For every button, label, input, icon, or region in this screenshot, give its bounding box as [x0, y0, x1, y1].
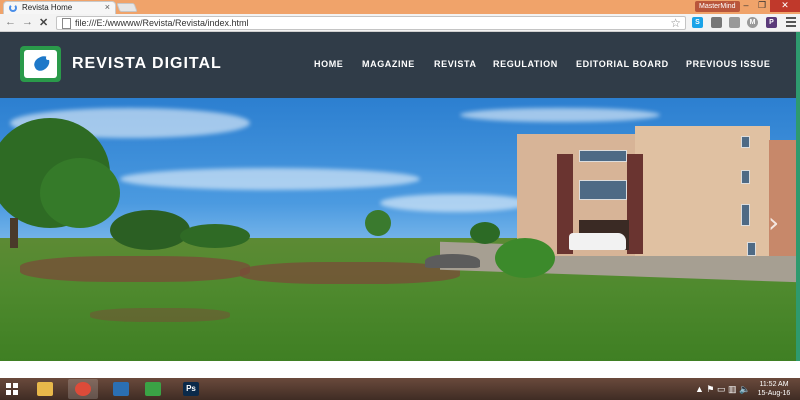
- nav-home[interactable]: HOME: [314, 59, 343, 69]
- taskbar-photoshop[interactable]: Ps: [176, 379, 206, 399]
- browser-window: Revista Home × MasterMind – ❐ ✕ ← → ✕ fi…: [0, 0, 800, 400]
- tablet-icon[interactable]: [711, 17, 722, 28]
- carousel-next-icon[interactable]: ›: [768, 206, 788, 239]
- nav-regulation[interactable]: REGULATION: [493, 59, 558, 69]
- camtasia-icon: [145, 382, 161, 396]
- page-body-gap: [0, 361, 800, 378]
- page-scrollbar[interactable]: [796, 32, 800, 362]
- minimize-button[interactable]: –: [738, 0, 754, 12]
- taskbar-chrome[interactable]: [68, 379, 98, 399]
- address-bar[interactable]: file:///E:/wwwww/Revista/Revista/index.h…: [56, 16, 686, 30]
- clock-date: 15-Aug-16: [757, 390, 791, 397]
- tab-close-icon[interactable]: ×: [105, 2, 110, 12]
- p-icon[interactable]: P: [766, 17, 777, 28]
- tab-revista-home[interactable]: Revista Home ×: [3, 1, 116, 14]
- nav-revista[interactable]: REVISTA: [434, 59, 477, 69]
- file-explorer-icon: [37, 382, 53, 396]
- system-tray-icons[interactable]: ▲ ⚑ ▭ ▥ 🔈: [695, 384, 750, 395]
- taskbar-clock[interactable]: 11:52 AM 15-Aug-16: [752, 380, 796, 398]
- skype-icon[interactable]: S: [692, 17, 703, 28]
- profile-badge[interactable]: MasterMind: [695, 1, 740, 12]
- nav-editorial-board[interactable]: EDITORIAL BOARD: [576, 59, 669, 69]
- back-arrow-icon[interactable]: ←: [5, 16, 16, 28]
- close-window-button[interactable]: ✕: [770, 0, 800, 12]
- cloud-icon[interactable]: [729, 17, 740, 28]
- taskbar-camtasia[interactable]: [138, 379, 168, 399]
- nav-magazine[interactable]: MAGAZINE: [362, 59, 415, 69]
- chrome-icon: [75, 382, 91, 396]
- bookmark-star-icon[interactable]: ☆: [670, 16, 681, 30]
- site-brand[interactable]: REVISTA DIGITAL: [72, 55, 222, 73]
- tab-title: Revista Home: [22, 3, 73, 12]
- restore-button[interactable]: ❐: [754, 0, 770, 12]
- page-icon: [62, 18, 71, 29]
- stop-loading-icon[interactable]: ✕: [39, 16, 48, 29]
- hero-carousel-image: ›: [0, 98, 796, 361]
- url-text: file:///E:/wwwww/Revista/Revista/index.h…: [75, 18, 249, 28]
- site-header: REVISTA DIGITAL HOME MAGAZINE REVISTA RE…: [0, 32, 796, 98]
- loading-spinner-icon: [9, 4, 17, 12]
- tab-strip: Revista Home × MasterMind – ❐ ✕: [0, 0, 800, 14]
- new-tab-button[interactable]: [116, 3, 138, 12]
- m-icon[interactable]: M: [747, 17, 758, 28]
- site-logo-icon[interactable]: [20, 46, 61, 82]
- forward-arrow-icon[interactable]: →: [22, 16, 33, 28]
- windows-taskbar: Ps ▲ ⚑ ▭ ▥ 🔈 11:52 AM 15-Aug-16: [0, 378, 800, 400]
- windows-start-icon[interactable]: [6, 383, 18, 395]
- nav-previous-issue[interactable]: PREVIOUS ISSUE: [686, 59, 770, 69]
- browser-toolbar: ← → ✕ file:///E:/wwwww/Revista/Revista/i…: [0, 14, 800, 32]
- photoshop-icon: Ps: [183, 382, 199, 396]
- chrome-menu-icon[interactable]: [786, 17, 796, 27]
- taskbar-window-app[interactable]: [106, 379, 136, 399]
- window-app-icon: [113, 382, 129, 396]
- clock-time: 11:52 AM: [759, 381, 789, 388]
- campus-building: [517, 126, 796, 256]
- gravel-pile: [425, 254, 480, 268]
- parked-van: [569, 233, 626, 250]
- taskbar-file-explorer[interactable]: [30, 379, 60, 399]
- window-controls: – ❐ ✕: [738, 0, 800, 12]
